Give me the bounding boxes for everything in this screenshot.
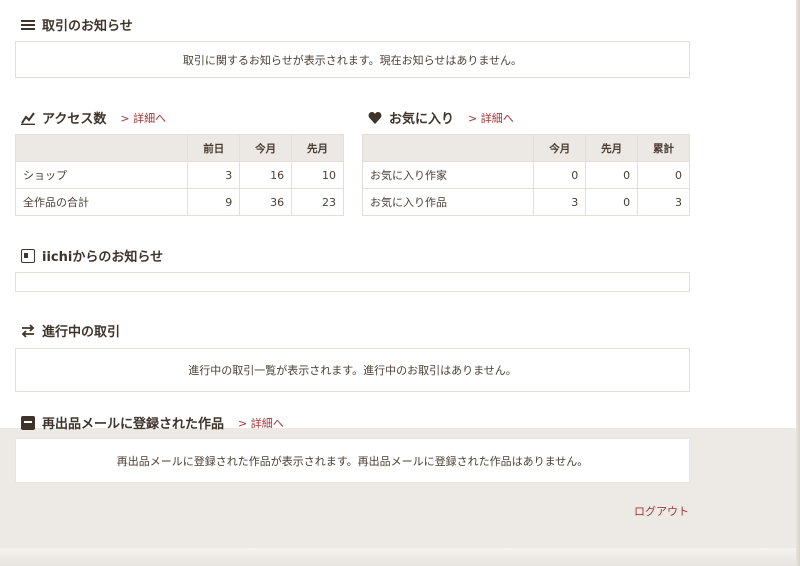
access-cell: 3	[187, 161, 241, 189]
notices-message: 取引に関するお知らせが表示されます。現在お知らせはありません。	[182, 53, 523, 67]
favorites-title: お気に入り	[389, 112, 455, 127]
table-row: お気に入り作家 0 0 0	[361, 161, 690, 189]
favorites-detail-link[interactable]: > 詳細へ	[468, 110, 514, 126]
favorites-header-2: 累計	[637, 134, 690, 162]
restock-detail-link[interactable]: > 詳細へ	[238, 415, 284, 431]
iichi-notices-box	[15, 272, 690, 292]
favorites-header-0: 今月	[533, 134, 587, 162]
access-row-label: ショップ	[14, 161, 189, 189]
access-cell: 10	[291, 161, 344, 189]
bottom-strip	[0, 548, 800, 566]
access-cell: 23	[291, 188, 344, 216]
access-header-blank	[14, 134, 189, 162]
restock-box: 再出品メールに登録された作品が表示されます。再出品メールに登録された作品はありま…	[15, 438, 690, 483]
favorites-cell: 0	[637, 161, 690, 189]
notices-title: 取引のお知らせ	[42, 19, 133, 34]
access-header-0: 前日	[187, 134, 241, 162]
access-cell: 9	[187, 188, 241, 216]
favorites-cell: 0	[533, 161, 587, 189]
favorites-header-1: 先月	[585, 134, 639, 162]
access-header-1: 今月	[239, 134, 293, 162]
chart-line-icon	[21, 111, 35, 125]
ongoing-box: 進行中の取引一覧が表示されます。進行中のお取引はありません。	[15, 348, 690, 392]
favorites-section-title: お気に入り > 詳細へ	[368, 108, 514, 127]
access-title: アクセス数	[42, 112, 107, 127]
favorites-table: 今月 先月 累計 お気に入り作家 0 0 0 お気に入り作品 3 0 3	[361, 134, 690, 216]
access-table: 前日 今月 先月 ショップ 3 16 10 全作品の合計 9 36 23	[14, 134, 344, 216]
iichi-notices-section-title: iichiからのお知らせ	[21, 246, 163, 265]
favorites-row-label: お気に入り作家	[361, 161, 535, 189]
table-row: ショップ 3 16 10	[14, 161, 344, 189]
table-row: お気に入り作品 3 0 3	[361, 188, 690, 216]
restock-message: 再出品メールに登録された作品が表示されます。再出品メールに登録された作品はありま…	[116, 454, 589, 468]
heart-icon	[368, 111, 382, 125]
access-cell: 36	[239, 188, 293, 216]
favorites-table-header-row: 今月 先月 累計	[361, 134, 690, 162]
restock-section-title: 再出品メールに登録された作品 > 詳細へ	[21, 413, 284, 432]
exchange-icon	[21, 323, 35, 338]
notices-section-title: 取引のお知らせ	[21, 15, 133, 34]
access-cell: 16	[239, 161, 293, 189]
dashboard-page: 取引のお知らせ 取引に関するお知らせが表示されます。現在お知らせはありません。 …	[0, 0, 800, 566]
favorites-cell: 0	[585, 188, 639, 216]
ongoing-title: 進行中の取引	[42, 325, 121, 340]
ongoing-section-title: 進行中の取引	[21, 321, 120, 340]
favorites-row-label: お気に入り作品	[361, 188, 535, 216]
restock-title: 再出品メールに登録された作品	[42, 417, 225, 432]
access-header-2: 先月	[291, 134, 344, 162]
favorites-cell: 3	[637, 188, 690, 216]
mail-icon	[21, 415, 35, 430]
notices-box: 取引に関するお知らせが表示されます。現在お知らせはありません。	[15, 41, 690, 78]
favorites-header-blank	[361, 134, 535, 162]
access-detail-link[interactable]: > 詳細へ	[120, 110, 166, 126]
window-edge	[796, 0, 800, 566]
list-icon	[21, 18, 35, 32]
access-section-title: アクセス数 > 詳細へ	[21, 108, 166, 127]
ongoing-message: 進行中の取引一覧が表示されます。進行中のお取引はありません。	[188, 364, 517, 377]
table-row: 全作品の合計 9 36 23	[14, 188, 344, 216]
newspaper-icon	[21, 248, 35, 263]
access-row-label: 全作品の合計	[14, 188, 189, 216]
favorites-cell: 3	[533, 188, 587, 216]
logout-link[interactable]: ログアウト	[634, 503, 689, 519]
iichi-notices-title: iichiからのお知らせ	[42, 250, 164, 265]
favorites-cell: 0	[585, 161, 639, 189]
access-table-header-row: 前日 今月 先月	[14, 134, 344, 162]
